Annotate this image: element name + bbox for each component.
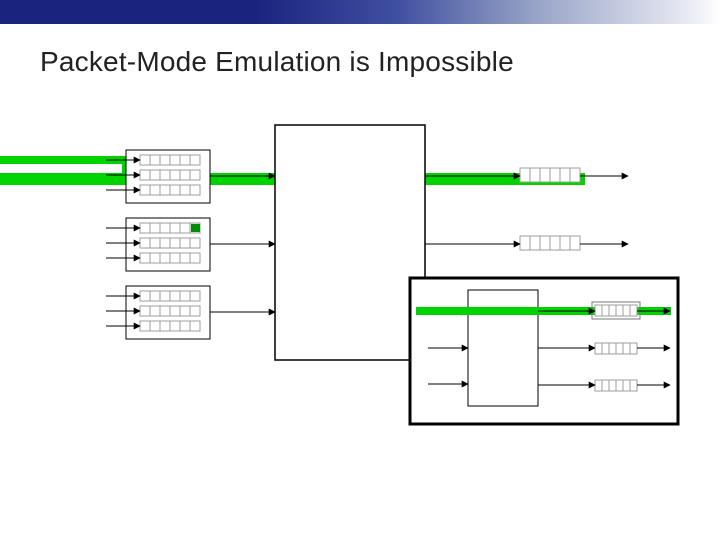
inset-panel xyxy=(410,278,678,424)
output-queue-1 xyxy=(425,236,628,250)
diagram-canvas xyxy=(0,0,720,540)
switch-fabric xyxy=(275,125,425,360)
input-card-0 xyxy=(106,150,275,203)
input-card-1 xyxy=(106,218,275,271)
input-card-2 xyxy=(106,286,275,339)
